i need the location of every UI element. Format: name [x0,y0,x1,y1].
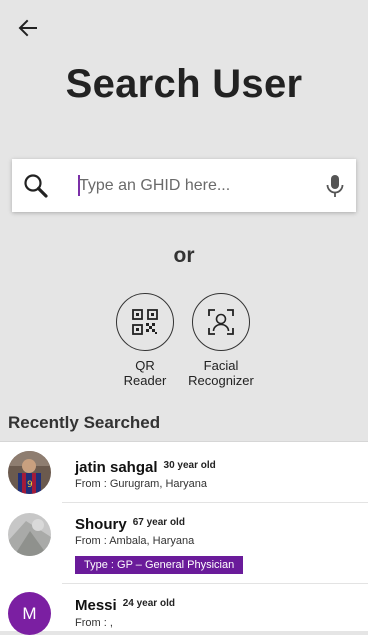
user-location: From : , [75,617,113,629]
arrow-left-icon [18,19,37,37]
user-location: From : Gurugram, Haryana [75,478,208,490]
list-item[interactable]: M Messi 24 year old From : , [0,584,368,635]
facial-recognizer-label: Facial Recognizer [188,358,254,388]
or-separator: or [173,244,195,267]
user-age: 67 year old [132,517,185,528]
microphone-icon[interactable] [324,174,346,198]
user-age: 24 year old [122,598,175,609]
qr-reader-button[interactable]: QR Reader [105,293,185,388]
facial-recognizer-circle[interactable] [192,293,250,351]
list-item[interactable]: Shoury 67 year old From : Ambala, Haryana… [0,503,368,583]
recent-users-list: 9 jatin sahgal 30 year old From : Gurugra… [0,441,368,635]
user-photo-icon [8,513,51,556]
facial-recognizer-button[interactable]: Facial Recognizer [181,293,261,388]
avatar [8,513,51,556]
search-bar[interactable] [12,159,356,212]
qr-reader-label: QR Reader [123,358,167,388]
qr-reader-circle[interactable] [116,293,174,351]
list-item[interactable]: 9 jatin sahgal 30 year old From : Gurugra… [0,442,368,502]
face-scan-icon [208,309,234,335]
recently-searched-heading: Recently Searched [8,413,161,432]
user-type-badge: Type : GP – General Physician [75,556,244,574]
back-button[interactable] [14,14,42,42]
avatar: M [8,592,51,635]
user-name: Messi 24 year old [75,597,175,614]
avatar: 9 [8,451,51,494]
user-age: 30 year old [163,460,216,471]
svg-text:9: 9 [27,480,33,490]
user-location: From : Ambala, Haryana [75,535,195,547]
user-name: jatin sahgal 30 year old [75,459,216,476]
page-title: Search User [65,62,303,106]
user-photo-icon: 9 [8,451,51,494]
user-name: Shoury 67 year old [75,516,185,533]
search-icon [24,174,48,198]
qr-code-icon [132,309,158,335]
ghid-search-input[interactable] [67,173,324,199]
